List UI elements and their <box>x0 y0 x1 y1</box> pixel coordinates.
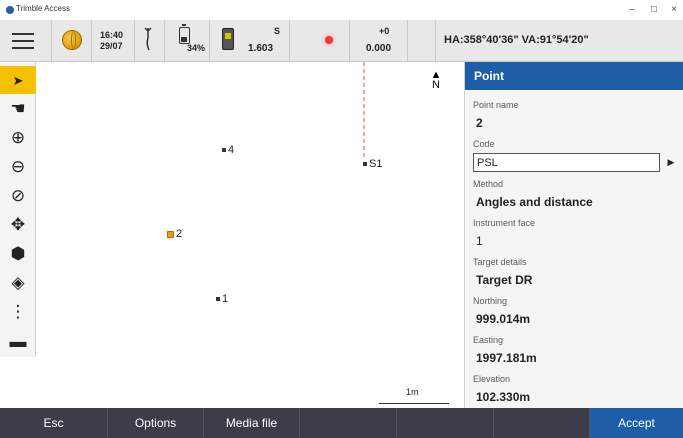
instrument-status-button[interactable]: S 1.603 <box>210 20 290 62</box>
target-value[interactable]: Target DR <box>476 273 532 287</box>
northing-label: Northing <box>473 296 508 306</box>
view-3d-tool[interactable]: ⬢ <box>0 240 36 268</box>
code-input[interactable] <box>473 153 660 172</box>
zoom-in-icon: ⊕ <box>10 128 26 147</box>
app-window: Trimble Access – □ × 16:40 29/07 34% S 1… <box>0 0 683 438</box>
softkey-empty-2 <box>397 408 494 438</box>
point-panel: Point Point name 2 Code ▶ Method Angles … <box>464 62 683 408</box>
arrow-pointer-icon: ➤ <box>12 73 24 88</box>
status-bar: 16:40 29/07 34% S 1.603 +0 0.000 HA:358°… <box>0 20 683 62</box>
code-list-button[interactable]: ▶ <box>662 153 680 172</box>
map-view[interactable]: ▲ N 4 S1 2 1 1m <box>36 62 464 408</box>
radio-antenna-icon <box>144 27 152 51</box>
video-tool[interactable]: ▬ <box>0 328 36 356</box>
northing-value: 999.014m <box>476 312 531 326</box>
north-arrow: ▲ N <box>429 70 443 98</box>
point-name-value[interactable]: 2 <box>476 116 483 130</box>
media-file-button[interactable]: Media file <box>204 408 300 438</box>
elevation-value: 102.330m <box>476 390 531 404</box>
map-point-selected[interactable]: 2 <box>167 228 182 240</box>
point-name-label: Point name <box>473 100 519 110</box>
more-vertical-icon: ⋮ <box>9 302 27 321</box>
hand-icon: ☚ <box>10 99 26 118</box>
point-label: 2 <box>176 228 183 240</box>
date-text: 29/07 <box>100 41 123 51</box>
target-offset-button[interactable]: +0 0.000 <box>350 20 408 62</box>
layers-icon: ◈ <box>11 273 25 292</box>
point-marker-icon <box>222 148 226 153</box>
offset-value: 0.000 <box>366 43 392 54</box>
method-value[interactable]: Angles and distance <box>476 195 593 209</box>
orbit-tool[interactable]: ✥ <box>0 211 36 239</box>
layers-tool[interactable]: ◈ <box>0 269 36 297</box>
softkey-empty-3 <box>494 408 590 438</box>
zoom-out-tool[interactable]: ⊖ <box>0 153 36 181</box>
esc-button[interactable]: Esc <box>0 408 108 438</box>
menu-button[interactable] <box>0 20 52 62</box>
point-label: 4 <box>228 144 235 156</box>
options-button[interactable]: Options <box>108 408 204 438</box>
method-label: Method <box>473 179 504 189</box>
elevation-label: Elevation <box>473 374 511 384</box>
map-toolbar: ➤ ☚ ⊕ ⊖ ⊘ ✥ ⬢ ◈ ⋮ ▬ <box>0 62 36 357</box>
north-label: N <box>432 79 440 91</box>
point-label: S1 <box>369 158 383 170</box>
point-marker-icon <box>216 297 220 302</box>
instrument-label: S <box>274 26 281 36</box>
laser-icon <box>325 36 333 44</box>
accept-button[interactable]: Accept <box>590 408 683 438</box>
zoom-extents-icon: ⊘ <box>10 186 26 205</box>
point-marker-icon <box>167 230 174 238</box>
code-label: Code <box>473 139 495 149</box>
zoom-in-tool[interactable]: ⊕ <box>0 124 36 152</box>
maximize-button[interactable]: □ <box>646 2 662 18</box>
map-point[interactable]: 4 <box>222 144 234 156</box>
trimble-logo-icon <box>6 6 14 14</box>
softkey-empty-1 <box>300 408 397 438</box>
total-station-icon <box>222 28 234 50</box>
angles-readout[interactable]: HA:358°40'36" VA:91°54'20" <box>436 20 683 62</box>
battery-icon <box>179 24 190 44</box>
easting-label: Easting <box>473 335 504 345</box>
datetime: 16:40 29/07 <box>92 20 135 62</box>
chevron-right-icon: ▶ <box>667 157 675 167</box>
app-title: Trimble Access <box>16 4 70 13</box>
map-point[interactable]: S1 <box>363 158 382 170</box>
hamburger-icon <box>12 33 34 35</box>
scale-label: 1m <box>406 387 419 397</box>
point-label: 1 <box>222 293 229 305</box>
status-spacer <box>408 20 436 62</box>
laser-status-button[interactable] <box>290 20 350 62</box>
orbit-icon: ✥ <box>10 215 26 234</box>
target-label: Target details <box>473 257 527 267</box>
minimize-button[interactable]: – <box>624 2 640 18</box>
globe-icon <box>62 30 82 50</box>
time-text: 16:40 <box>100 30 124 40</box>
select-tool[interactable]: ➤ <box>0 66 36 94</box>
more-tool[interactable]: ⋮ <box>0 298 36 326</box>
battery-status-button[interactable]: 34% <box>165 20 210 62</box>
sightline <box>363 62 365 160</box>
gnss-status-button[interactable] <box>52 20 92 62</box>
video-camera-icon: ▬ <box>9 332 27 351</box>
face-value: 1 <box>476 234 483 248</box>
battery-percent: 34% <box>187 43 206 53</box>
zoom-extents-tool[interactable]: ⊘ <box>0 182 36 210</box>
map-point[interactable]: 1 <box>216 293 228 305</box>
point-marker-icon <box>363 162 367 167</box>
angles-text: HA:358°40'36" VA:91°54'20" <box>444 34 589 46</box>
scale-bar <box>379 400 449 404</box>
face-label: Instrument face <box>473 218 536 228</box>
softkey-bar: Esc Options Media file Accept <box>0 408 683 438</box>
close-button[interactable]: × <box>666 2 682 18</box>
cube-icon: ⬢ <box>10 244 26 263</box>
zoom-out-icon: ⊖ <box>10 157 26 176</box>
easting-value: 1997.181m <box>476 351 537 365</box>
instrument-value: 1.603 <box>248 43 274 54</box>
pan-tool[interactable]: ☚ <box>0 95 36 123</box>
title-bar: Trimble Access – □ × <box>0 0 683 20</box>
offset-label: +0 <box>379 26 390 36</box>
radio-status-button[interactable] <box>135 20 165 62</box>
panel-title: Point <box>465 62 683 90</box>
